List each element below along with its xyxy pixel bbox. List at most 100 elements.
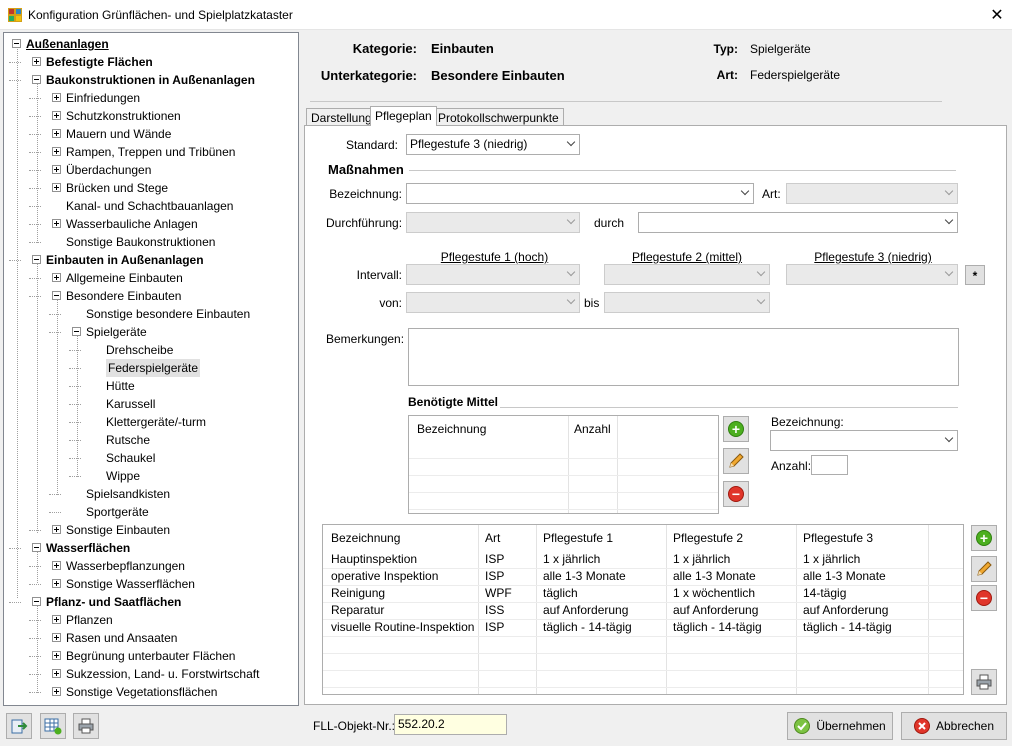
uebernehmen-button[interactable]: Übernehmen xyxy=(787,712,893,740)
tree-node-label: Besondere Einbauten xyxy=(66,289,182,303)
table-print-button[interactable] xyxy=(971,669,997,695)
table-header-cell[interactable]: Pflegestufe 3 xyxy=(797,530,873,547)
expand-icon[interactable] xyxy=(52,111,61,120)
collapse-icon[interactable] xyxy=(32,75,41,84)
abbrechen-button[interactable]: Abbrechen xyxy=(901,712,1007,740)
durchfuehrung-label: Durchführung: xyxy=(326,216,403,230)
close-button[interactable]: ✕ xyxy=(982,0,1012,30)
collapse-icon[interactable] xyxy=(32,255,41,264)
tree-guide-line xyxy=(29,188,41,189)
asterisk-button[interactable]: * xyxy=(965,265,985,285)
tree-guide-line xyxy=(49,332,61,333)
bis-select[interactable] xyxy=(604,292,770,313)
massnahmen-title: Maßnahmen xyxy=(328,162,404,177)
table-row[interactable]: Reparatur ISS auf Anforderung auf Anforderu… xyxy=(323,602,963,619)
mittel-add-button[interactable]: + xyxy=(723,416,749,442)
bis-label: bis xyxy=(584,296,600,310)
mittel-grid[interactable]: Bezeichnung Anzahl xyxy=(408,415,719,514)
expand-icon[interactable] xyxy=(52,147,61,156)
mittel-edit-button[interactable] xyxy=(723,448,749,474)
art-select[interactable] xyxy=(786,183,958,204)
intervall-stufe1-select[interactable] xyxy=(406,264,580,285)
collapse-icon[interactable] xyxy=(12,39,21,48)
table-cell: 1 x jährlich xyxy=(803,552,861,566)
massnahmen-divider xyxy=(409,170,956,171)
expand-icon[interactable] xyxy=(52,579,61,588)
print-button[interactable] xyxy=(73,713,99,739)
expand-icon[interactable] xyxy=(52,129,61,138)
tab-pflegeplan[interactable]: Pflegeplan xyxy=(370,106,437,126)
table-header-cell[interactable]: Bezeichnung xyxy=(325,530,400,547)
expand-icon[interactable] xyxy=(32,57,41,66)
export-button[interactable] xyxy=(6,713,32,739)
table-row[interactable]: Reinigung WPF täglich 1 x wöchentlich 14-täg… xyxy=(323,585,963,602)
table-remove-button[interactable]: − xyxy=(971,585,997,611)
expand-icon[interactable] xyxy=(52,687,61,696)
table-row[interactable]: operative Inspektion ISP alle 1-3 Monate al… xyxy=(323,568,963,585)
collapse-icon[interactable] xyxy=(52,291,61,300)
expand-icon[interactable] xyxy=(52,183,61,192)
mittel-anzahl-input[interactable] xyxy=(811,455,848,475)
table-cell: alle 1-3 Monate xyxy=(543,569,626,583)
category-tree[interactable]: Außenanlagen Befestigte Flächen Baukonstru… xyxy=(3,32,299,706)
expand-icon[interactable] xyxy=(52,561,61,570)
table-cell: 1 x wöchentlich xyxy=(673,586,756,600)
tree-guide-line xyxy=(29,116,41,117)
pencil-icon xyxy=(977,561,992,576)
tree-node-label: Rampen, Treppen und Tribünen xyxy=(66,145,236,159)
table-row[interactable]: Hauptinspektion ISP 1 x jährlich 1 x jährli… xyxy=(323,551,963,568)
tree-guide-line xyxy=(69,476,81,477)
standard-select-value: Pflegestufe 3 (niedrig) xyxy=(410,137,528,151)
table-add-new-button[interactable] xyxy=(40,713,66,739)
expand-icon[interactable] xyxy=(52,615,61,624)
intervall-stufe2-select[interactable] xyxy=(604,264,770,285)
expand-icon[interactable] xyxy=(52,633,61,642)
table-header-cell[interactable]: Pflegestufe 1 xyxy=(537,530,613,547)
collapse-icon[interactable] xyxy=(72,327,81,336)
durch-select[interactable] xyxy=(638,212,958,233)
tab-protokollschwerpunkte[interactable]: Protokollschwerpunkte xyxy=(433,108,564,126)
tree-node-label: Sonstige Baukonstruktionen xyxy=(66,235,216,249)
table-cell: auf Anforderung xyxy=(673,603,759,617)
tree-node-label: Befestigte Flächen xyxy=(46,55,153,69)
expand-icon[interactable] xyxy=(52,219,61,228)
pflegestufe3-heading: Pflegestufe 3 (niedrig) xyxy=(814,250,932,264)
massnahmen-table[interactable]: Bezeichnung Art Pflegestufe 1 Pflegestufe 2… xyxy=(322,524,964,695)
expand-icon[interactable] xyxy=(52,273,61,282)
expand-icon[interactable] xyxy=(52,651,61,660)
collapse-icon[interactable] xyxy=(32,597,41,606)
table-cell: ISP xyxy=(485,620,505,634)
table-header-cell[interactable]: Art xyxy=(479,530,500,547)
standard-select[interactable]: Pflegestufe 3 (niedrig) xyxy=(406,134,580,155)
expand-icon[interactable] xyxy=(52,669,61,678)
tree-guide-line xyxy=(69,458,81,459)
durchfuehrung-select[interactable] xyxy=(406,212,580,233)
table-add-button[interactable]: + xyxy=(971,525,997,551)
collapse-icon[interactable] xyxy=(32,543,41,552)
table-row[interactable]: visuelle Routine-Inspektion ISP täglich - … xyxy=(323,619,963,636)
mittel-col-bezeichnung: Bezeichnung xyxy=(417,422,487,436)
chevron-down-icon xyxy=(567,299,575,305)
intervall-stufe3-select[interactable] xyxy=(786,264,958,285)
expand-icon[interactable] xyxy=(52,525,61,534)
table-cell: ISS xyxy=(485,603,505,617)
tree-node-label: Schaukel xyxy=(106,451,156,465)
expand-icon[interactable] xyxy=(52,93,61,102)
tree-node-label: Rutsche xyxy=(106,433,151,447)
mittel-bezeichnung-select[interactable] xyxy=(770,430,958,451)
table-cell: 1 x jährlich xyxy=(543,552,601,566)
bemerkungen-textarea[interactable] xyxy=(408,328,959,386)
bezeichnung-select[interactable] xyxy=(406,183,754,204)
mittel-anzahl-label: Anzahl: xyxy=(771,459,812,473)
tree-guide-line xyxy=(9,548,21,549)
tab-darstellung[interactable]: Darstellung xyxy=(306,108,377,126)
von-select[interactable] xyxy=(406,292,580,313)
table-edit-button[interactable] xyxy=(971,556,997,582)
chevron-down-icon xyxy=(567,219,575,225)
tree-guide-line xyxy=(9,602,21,603)
fll-input[interactable]: 552.20.2 xyxy=(394,714,507,735)
tree-node-label: Wippe xyxy=(106,469,141,483)
table-header-cell[interactable]: Pflegestufe 2 xyxy=(667,530,743,547)
expand-icon[interactable] xyxy=(52,165,61,174)
mittel-remove-button[interactable]: − xyxy=(723,481,749,507)
